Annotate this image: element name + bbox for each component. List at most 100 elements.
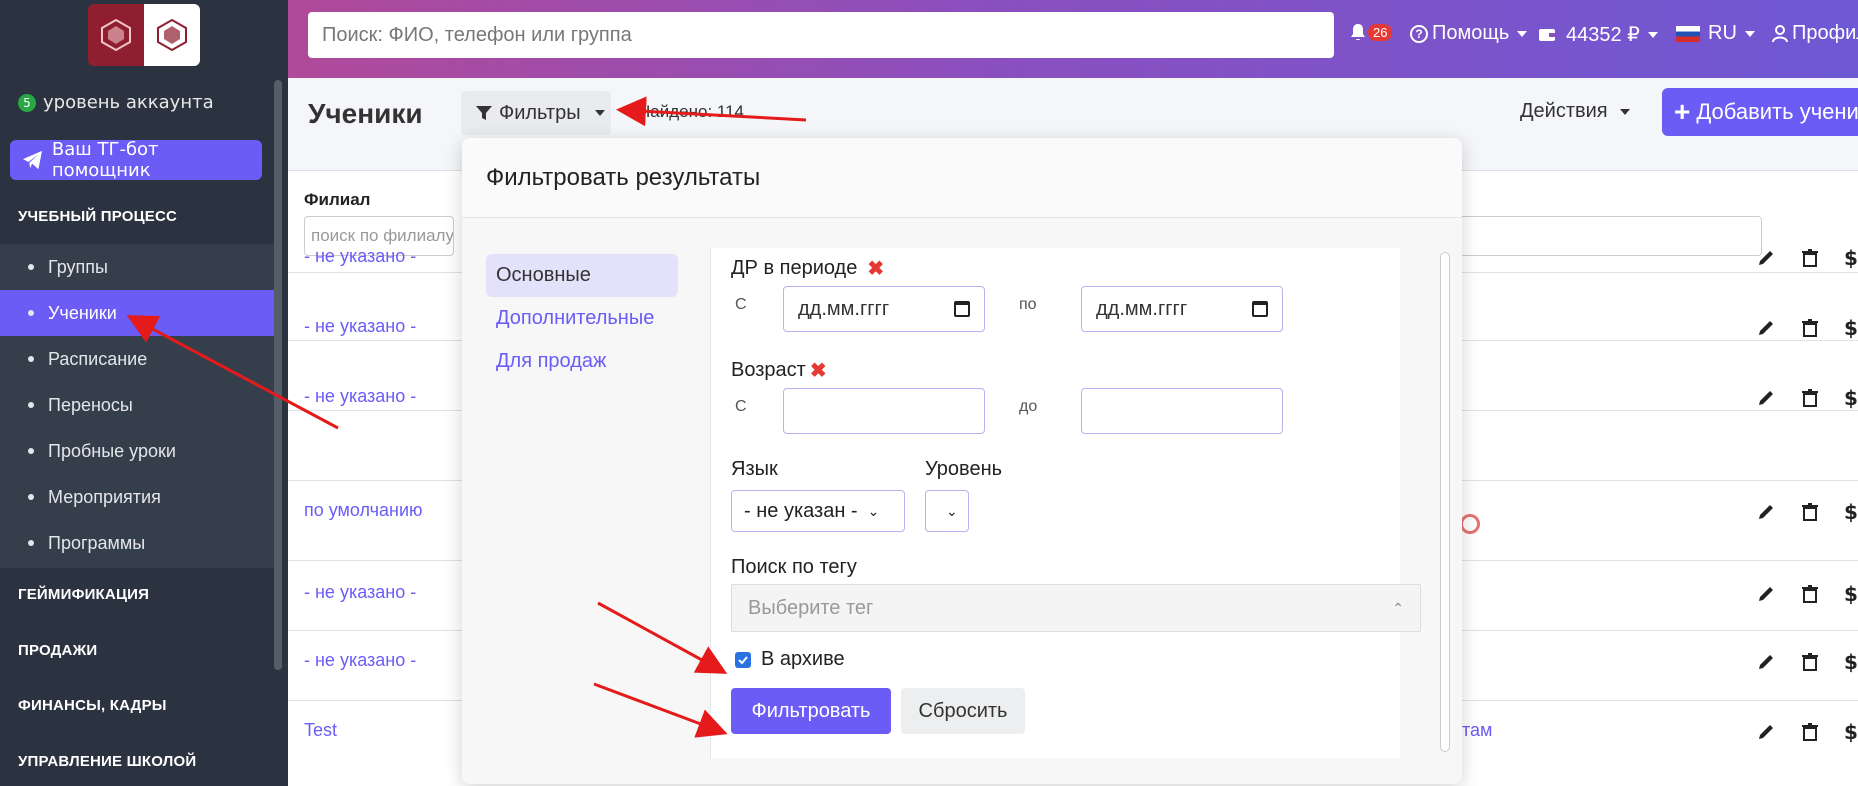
- date-placeholder: дд.мм.гггг: [1096, 297, 1188, 320]
- tag-select[interactable]: Выберите тег ⌃: [731, 584, 1421, 632]
- row-branch-link[interactable]: - не указано -: [304, 316, 416, 337]
- russia-flag-icon: [1676, 25, 1700, 42]
- filters-button[interactable]: Фильтры: [461, 91, 611, 135]
- pencil-icon[interactable]: [1756, 652, 1776, 672]
- trash-icon[interactable]: [1800, 652, 1820, 672]
- trash-icon[interactable]: [1800, 248, 1820, 268]
- profile-menu[interactable]: Профиль: [1772, 22, 1858, 45]
- section-sales[interactable]: ПРОДАЖИ: [18, 642, 97, 659]
- balance-menu[interactable]: 44352 ₽: [1538, 22, 1658, 47]
- trash-icon[interactable]: [1800, 318, 1820, 338]
- wallet-icon: [1539, 28, 1555, 41]
- notifications-button[interactable]: 26: [1348, 22, 1393, 42]
- sidebar-item-programs[interactable]: Программы: [0, 520, 274, 566]
- clear-x-icon[interactable]: ✖: [810, 358, 827, 383]
- language-menu[interactable]: RU: [1676, 22, 1755, 45]
- help-menu[interactable]: ? Помощь: [1410, 22, 1528, 45]
- age-to-input[interactable]: [1081, 388, 1283, 434]
- row-branch-link[interactable]: - не указано -: [304, 246, 416, 267]
- row-branch-link[interactable]: - не указано -: [304, 386, 416, 407]
- dollar-icon[interactable]: $: [1844, 582, 1858, 606]
- pencil-icon[interactable]: [1756, 722, 1776, 742]
- bullet-icon: [28, 448, 34, 454]
- chevron-down-icon: ⌄: [867, 502, 880, 519]
- section-finance[interactable]: ФИНАНСЫ, КАДРЫ: [18, 697, 167, 714]
- dollar-icon[interactable]: $: [1844, 720, 1858, 744]
- tab-sales[interactable]: Для продаж: [486, 340, 678, 383]
- row-actions: $: [1756, 500, 1858, 524]
- account-level[interactable]: 5 уровень аккаунта: [18, 92, 214, 113]
- pencil-icon[interactable]: [1756, 584, 1776, 604]
- tg-bot-button[interactable]: Ваш ТГ-бот помощник: [10, 139, 262, 181]
- plus-icon: +: [1674, 96, 1691, 127]
- school-logo[interactable]: [88, 4, 200, 66]
- pencil-icon[interactable]: [1756, 388, 1776, 408]
- trash-icon[interactable]: [1800, 584, 1820, 604]
- filter-tabs: Основные Дополнительные Для продаж: [486, 254, 678, 383]
- dollar-icon[interactable]: $: [1844, 650, 1858, 674]
- pencil-icon[interactable]: [1756, 248, 1776, 268]
- reset-button[interactable]: Сбросить: [901, 688, 1025, 734]
- dollar-icon[interactable]: $: [1844, 246, 1858, 270]
- bullet-icon: [28, 356, 34, 362]
- birthday-from-input[interactable]: дд.мм.гггг: [783, 286, 985, 332]
- sidebar-item-students[interactable]: Ученики: [0, 290, 274, 336]
- sidebar-item-schedule[interactable]: Расписание: [0, 336, 274, 382]
- sidebar-item-transfers[interactable]: Переносы: [0, 382, 274, 428]
- archive-checkbox[interactable]: В архиве: [735, 648, 845, 671]
- sidebar-item-events[interactable]: Мероприятия: [0, 474, 274, 520]
- pencil-icon[interactable]: [1756, 502, 1776, 522]
- dollar-icon[interactable]: $: [1844, 500, 1858, 524]
- dollar-icon[interactable]: $: [1844, 316, 1858, 340]
- sidebar-item-label: Расписание: [48, 348, 148, 369]
- tab-basic[interactable]: Основные: [486, 254, 678, 297]
- checkbox-checked-icon[interactable]: [735, 651, 751, 668]
- chevron-down-icon: [1647, 31, 1658, 38]
- chevron-up-icon: ⌃: [1392, 599, 1404, 616]
- sidebar-item-label: Ученики: [48, 302, 117, 323]
- section-school-management[interactable]: УПРАВЛЕНИЕ ШКОЛОЙ: [18, 753, 196, 770]
- row-actions: $: [1756, 316, 1858, 340]
- section-gamification[interactable]: ГЕЙМИФИКАЦИЯ: [18, 586, 149, 603]
- tag-search-label: Поиск по тегу: [731, 556, 857, 578]
- pencil-icon[interactable]: [1756, 318, 1776, 338]
- age-from-input[interactable]: [783, 388, 985, 434]
- calendar-icon[interactable]: [954, 301, 970, 317]
- tab-additional[interactable]: Дополнительные: [486, 297, 678, 340]
- level-select[interactable]: ⌄: [925, 490, 969, 532]
- chevron-down-icon: [1619, 108, 1630, 115]
- column-filter-input[interactable]: [1458, 216, 1762, 256]
- birthday-to-input[interactable]: дд.мм.гггг: [1081, 286, 1283, 332]
- row-branch-link[interactable]: - не указано -: [304, 582, 416, 603]
- topbar: Поиск: ФИО, телефон или группа 26 ? Помо…: [288, 0, 1858, 78]
- add-student-button[interactable]: +Добавить ученика: [1662, 88, 1858, 136]
- trash-icon[interactable]: [1800, 502, 1820, 522]
- modal-title: Фильтровать результаты: [486, 164, 761, 191]
- actions-menu[interactable]: Действия: [1520, 100, 1630, 123]
- dollar-icon[interactable]: $: [1844, 386, 1858, 410]
- row-branch-link[interactable]: Test: [304, 720, 337, 741]
- modal-header: Фильтровать результаты: [462, 138, 1462, 218]
- add-student-label: Добавить ученика: [1696, 99, 1858, 124]
- section-learning[interactable]: УЧЕБНЫЙ ПРОЦЕСС: [18, 208, 177, 225]
- language-select[interactable]: - не указан - ⌄: [731, 490, 905, 532]
- sidebar-scrollbar[interactable]: [274, 80, 282, 670]
- search-input[interactable]: Поиск: ФИО, телефон или группа: [308, 12, 1334, 58]
- account-level-label: уровень аккаунта: [43, 92, 214, 113]
- modal-scrollbar[interactable]: [1440, 252, 1450, 752]
- calendar-icon[interactable]: [1252, 301, 1268, 317]
- row-extra-link[interactable]: там: [1462, 720, 1492, 741]
- row-branch-link[interactable]: по умолчанию: [304, 500, 423, 521]
- magnifier-dollar-icon[interactable]: [1460, 514, 1480, 534]
- date-placeholder: дд.мм.гггг: [798, 297, 890, 320]
- bullet-icon: [28, 494, 34, 500]
- sidebar-item-groups[interactable]: Группы: [0, 244, 274, 290]
- sidebar-item-trial-lessons[interactable]: Пробные уроки: [0, 428, 274, 474]
- clear-x-icon[interactable]: ✖: [867, 256, 884, 281]
- filter-button[interactable]: Фильтровать: [731, 688, 891, 734]
- trash-icon[interactable]: [1800, 722, 1820, 742]
- trash-icon[interactable]: [1800, 388, 1820, 408]
- row-branch-link[interactable]: - не указано -: [304, 650, 416, 671]
- tg-bot-label: Ваш ТГ-бот помощник: [51, 139, 159, 181]
- level-label: Уровень: [925, 458, 1003, 480]
